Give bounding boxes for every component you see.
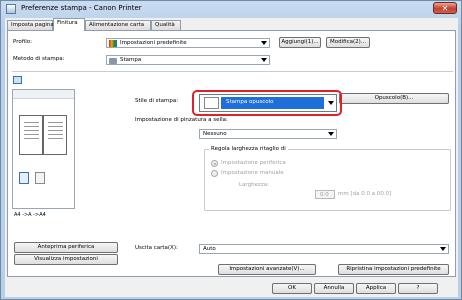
print-icon [109, 58, 117, 64]
preview-layout-icon[interactable] [13, 76, 22, 84]
dialog-client: Imposta pagina Finitura Alimentazione ca… [5, 18, 458, 297]
print-style-label: Stile di stampa: [135, 98, 179, 104]
width-input[interactable]: 0.0 [315, 190, 335, 199]
apply-button[interactable]: Applica [356, 283, 396, 294]
preview-header [13, 90, 74, 99]
print-method-select[interactable]: Stampa [106, 55, 270, 65]
saddle-stitch-select[interactable]: Nessuno [199, 129, 337, 139]
divider [12, 71, 453, 72]
printer-icon [6, 4, 16, 14]
finishing-panel: Profilo: Impostazioni predefinite Aggiun… [7, 30, 456, 277]
chevron-down-icon [261, 41, 267, 45]
booklet-left-page [19, 115, 43, 155]
profile-icon [109, 40, 117, 47]
tab-page-setup[interactable]: Imposta pagina [7, 20, 54, 30]
paper-output-value: Auto [203, 246, 216, 252]
add-profile-button[interactable]: Aggiungi(1)... [279, 37, 321, 48]
device-preview-button[interactable]: Anteprima periferica [14, 242, 118, 253]
booklet-button[interactable]: Opuscolo(B)... [339, 93, 449, 104]
radio-manual-label: Impostazione manuale [221, 170, 284, 176]
chevron-down-icon [440, 247, 446, 251]
tab-paper-source[interactable]: Alimentazione carta [85, 20, 151, 30]
radio-device-label: Impostazione periferica [221, 160, 286, 166]
tab-finishing[interactable]: Finitura [53, 18, 85, 31]
window-title: Preferenze stampa - Canon Printer [21, 4, 142, 12]
chevron-down-icon [261, 58, 267, 62]
booklet-preview [12, 89, 75, 209]
profile-value: Impostazioni predefinite [120, 40, 187, 46]
ok-button[interactable]: OK [272, 283, 312, 294]
radio-manual-setting[interactable] [211, 170, 218, 177]
tab-quality[interactable]: Qualità [151, 20, 181, 30]
preview-caption: A4 ->A ->A4 [14, 212, 46, 218]
view-settings-button[interactable]: Visualizza impostazioni [14, 254, 118, 265]
page-order-icon [19, 172, 29, 184]
print-method-value: Stampa [120, 57, 142, 63]
width-value: 0.0 [320, 192, 329, 198]
annotation-highlight [192, 90, 342, 116]
saddle-stitch-value: Nessuno [203, 131, 227, 137]
paper-stack-icon [35, 172, 45, 184]
cancel-button[interactable]: Annulla [314, 283, 354, 294]
close-button[interactable]: ✕ [433, 2, 457, 14]
title-bar: Preferenze stampa - Canon Printer ✕ [1, 1, 461, 17]
saddle-stitch-label: Impostazione di pinzatura a sella: [135, 117, 228, 123]
trim-group-title: Regola larghezza ritaglio di [209, 146, 288, 152]
paper-output-label: Uscita carta(X): [135, 245, 178, 251]
radio-device-setting[interactable] [211, 160, 218, 167]
help-button[interactable]: ? [398, 283, 438, 294]
paper-output-select[interactable]: Auto [199, 244, 449, 254]
width-unit: mm [da 0.0 a 00.0] [338, 191, 392, 197]
trim-width-group: Regola larghezza ritaglio di Impostazion… [204, 146, 451, 211]
print-method-label: Metodo di stampa: [13, 56, 65, 62]
profile-select[interactable]: Impostazioni predefinite [106, 38, 270, 48]
profile-label: Profilo: [13, 39, 32, 45]
edit-profile-button[interactable]: Modifica(2)... [326, 37, 370, 48]
chevron-down-icon [328, 132, 334, 136]
print-preferences-window: Preferenze stampa - Canon Printer ✕ Impo… [0, 0, 462, 300]
advanced-settings-button[interactable]: Impostazioni avanzate(V)... [218, 264, 316, 275]
booklet-right-page [43, 115, 67, 155]
width-label: Larghezza: [239, 182, 269, 188]
restore-defaults-button[interactable]: Ripristina impostazioni predefinite [338, 264, 449, 275]
